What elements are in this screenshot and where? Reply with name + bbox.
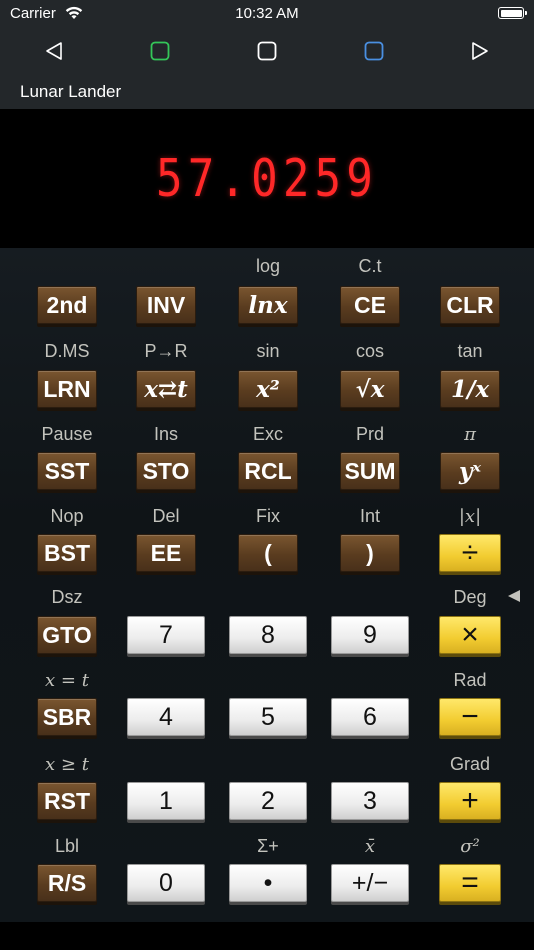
square-blue-icon[interactable]: [362, 39, 386, 63]
key-x-exchange-t-button[interactable]: x⇄t: [136, 370, 196, 408]
key-label-2-4: π: [464, 424, 476, 445]
status-bar: Carrier 10:32 AM: [0, 0, 534, 30]
key-close-paren-button[interactable]: ): [340, 534, 400, 572]
key-label-7-2: Σ+: [257, 836, 279, 856]
key-label-1-2: sin: [256, 341, 280, 361]
key-2-button[interactable]: 2: [229, 782, 307, 820]
key-r-s-button[interactable]: R/S: [37, 864, 97, 902]
key-label-2-0: Pause: [41, 424, 93, 444]
key-label-0-2: log: [255, 256, 281, 276]
key-label-6-4: Grad: [449, 754, 491, 774]
key-label-7-4: σ²: [460, 836, 480, 857]
deg-indicator-arrow-icon: [508, 590, 520, 602]
key-rst-button[interactable]: RST: [37, 782, 97, 820]
key-1-button[interactable]: 1: [127, 782, 205, 820]
key-bst-button[interactable]: BST: [37, 534, 97, 572]
key-y-power-x-button[interactable]: yˣ: [440, 452, 500, 490]
key-rcl-button[interactable]: RCL: [238, 452, 298, 490]
key-4-button[interactable]: 4: [127, 698, 205, 736]
key-label-6-0: x ≥ t: [45, 754, 89, 775]
display-value: 57.0259: [156, 149, 378, 209]
key-ee-button[interactable]: EE: [136, 534, 196, 572]
key-ce-button[interactable]: CE: [340, 286, 400, 324]
key-label-7-3: x̄: [364, 836, 376, 857]
key-reciprocal-button[interactable]: 1/x: [440, 370, 500, 408]
app-title: Lunar Lander: [20, 82, 122, 101]
key-x-squared-button[interactable]: x²: [238, 370, 298, 408]
key-label-1-4: tan: [457, 341, 483, 361]
key-label-2-3: Prd: [355, 424, 384, 444]
battery-icon: [498, 7, 527, 19]
key-label-4-0: Dsz: [51, 587, 83, 607]
key-8-button[interactable]: 8: [229, 616, 307, 654]
key-label-7-0: Lbl: [54, 836, 80, 856]
keypad: log C.t 2nd INV lnx CE CLR D.MS P→R sin cos tan LRN x…: [0, 248, 534, 922]
key-multiply-button[interactable]: ×: [439, 616, 501, 654]
key-label-4-4: Deg: [453, 587, 487, 607]
key-lrn-button[interactable]: LRN: [37, 370, 97, 408]
key-sto-button[interactable]: STO: [136, 452, 196, 490]
key-7-button[interactable]: 7: [127, 616, 205, 654]
key-label-3-0: Nop: [50, 506, 84, 526]
key-sbr-button[interactable]: SBR: [37, 698, 97, 736]
bottom-bar: [0, 922, 534, 950]
key-square-root-button[interactable]: √x: [340, 370, 400, 408]
key-sum-button[interactable]: SUM: [340, 452, 400, 490]
key-label-3-4: |x|: [458, 506, 482, 527]
key-label-1-3: cos: [355, 341, 384, 361]
key-gto-button[interactable]: GTO: [37, 616, 97, 654]
key-label-1-1: P→R: [144, 341, 188, 361]
led-display: 57.0259: [0, 109, 534, 248]
key-divide-button[interactable]: ÷: [439, 534, 501, 572]
key-plus-button[interactable]: +: [439, 782, 501, 820]
key-change-sign-button[interactable]: +/−: [331, 864, 409, 902]
key-open-paren-button[interactable]: (: [238, 534, 298, 572]
key-ln-x-button[interactable]: lnx: [238, 286, 298, 324]
key-9-button[interactable]: 9: [331, 616, 409, 654]
key-label-5-0: x = t: [45, 670, 89, 691]
key-0-button[interactable]: 0: [127, 864, 205, 902]
key-label-3-3: Int: [359, 506, 380, 526]
key-5-button[interactable]: 5: [229, 698, 307, 736]
key-equals-button[interactable]: =: [439, 864, 501, 902]
key-label-3-1: Del: [152, 506, 180, 526]
navigation-bar: [0, 30, 534, 72]
square-white-icon[interactable]: [255, 39, 279, 63]
key-label-3-2: Fix: [256, 506, 280, 526]
key-label-0-3: C.t: [358, 256, 382, 276]
key-minus-button[interactable]: −: [439, 698, 501, 736]
key-sst-button[interactable]: SST: [37, 452, 97, 490]
square-green-icon[interactable]: [148, 39, 172, 63]
back-triangle-icon[interactable]: [42, 39, 66, 63]
key-label-5-4: Rad: [453, 670, 487, 690]
key-label-2-1: Ins: [153, 424, 178, 444]
key-label-1-0: D.MS: [44, 341, 90, 361]
key-decimal-point-button[interactable]: •: [229, 864, 307, 902]
key-clr-button[interactable]: CLR: [440, 286, 500, 324]
key-6-button[interactable]: 6: [331, 698, 409, 736]
key-inv-button[interactable]: INV: [136, 286, 196, 324]
key-3-button[interactable]: 3: [331, 782, 409, 820]
key-2nd-button[interactable]: 2nd: [37, 286, 97, 324]
forward-triangle-icon[interactable]: [468, 39, 492, 63]
clock-time: 10:32 AM: [235, 5, 299, 22]
title-bar: Lunar Lander: [0, 72, 534, 109]
key-label-2-2: Exc: [252, 424, 283, 444]
